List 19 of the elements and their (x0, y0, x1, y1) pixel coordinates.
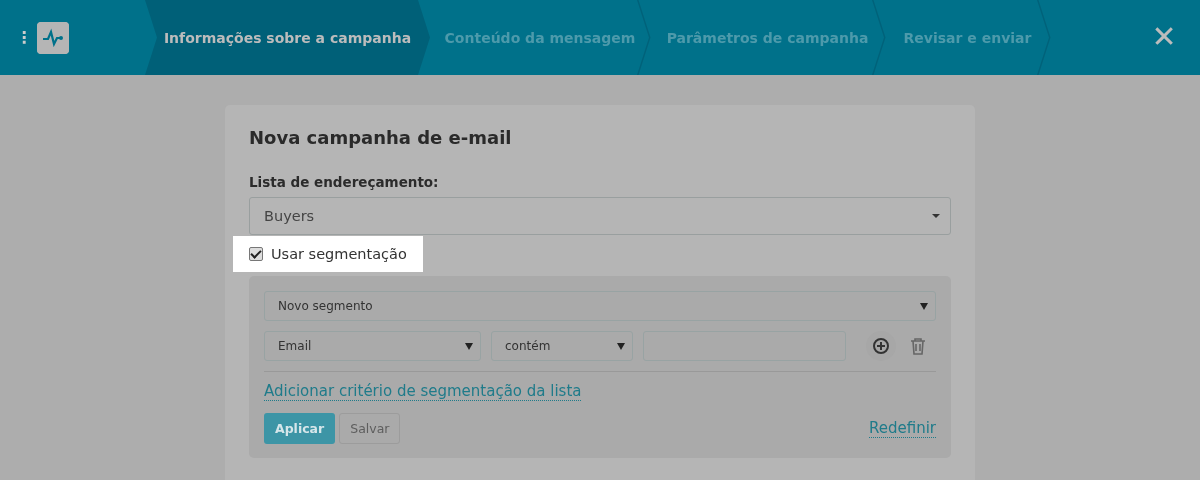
trash-icon[interactable] (910, 337, 926, 355)
field-label: Lista de endereçamento: (249, 174, 440, 190)
segment-dropdown[interactable]: Novo segmento (264, 291, 936, 321)
menu-icon[interactable]: ⋮ (16, 28, 32, 47)
operator-dropdown[interactable]: contém (491, 331, 633, 361)
apply-button[interactable]: Aplicar (264, 413, 336, 444)
step-tab[interactable]: Conteúdo da mensagem (430, 0, 650, 75)
step-tab[interactable]: Parâmetros de campanha (650, 0, 885, 75)
add-criteria-link[interactable]: Adicionar critério de segmentação da lista (264, 382, 582, 401)
reset-link[interactable]: Redefinir (868, 419, 936, 438)
checkbox[interactable] (249, 247, 263, 261)
pulse-logo-icon (37, 21, 69, 54)
step-tab[interactable]: Revisar e enviar (885, 0, 1050, 75)
checkbox-label[interactable]: Usar segmentação (271, 246, 407, 262)
mailing-list-dropdown[interactable]: Buyers (249, 197, 951, 235)
card-title: Nova campanha de e-mail (249, 127, 513, 148)
step-tab[interactable]: Informações sobre a campanha (145, 0, 430, 75)
field-dropdown[interactable]: Email (264, 331, 481, 361)
close-button[interactable]: ✕ (1148, 18, 1180, 54)
